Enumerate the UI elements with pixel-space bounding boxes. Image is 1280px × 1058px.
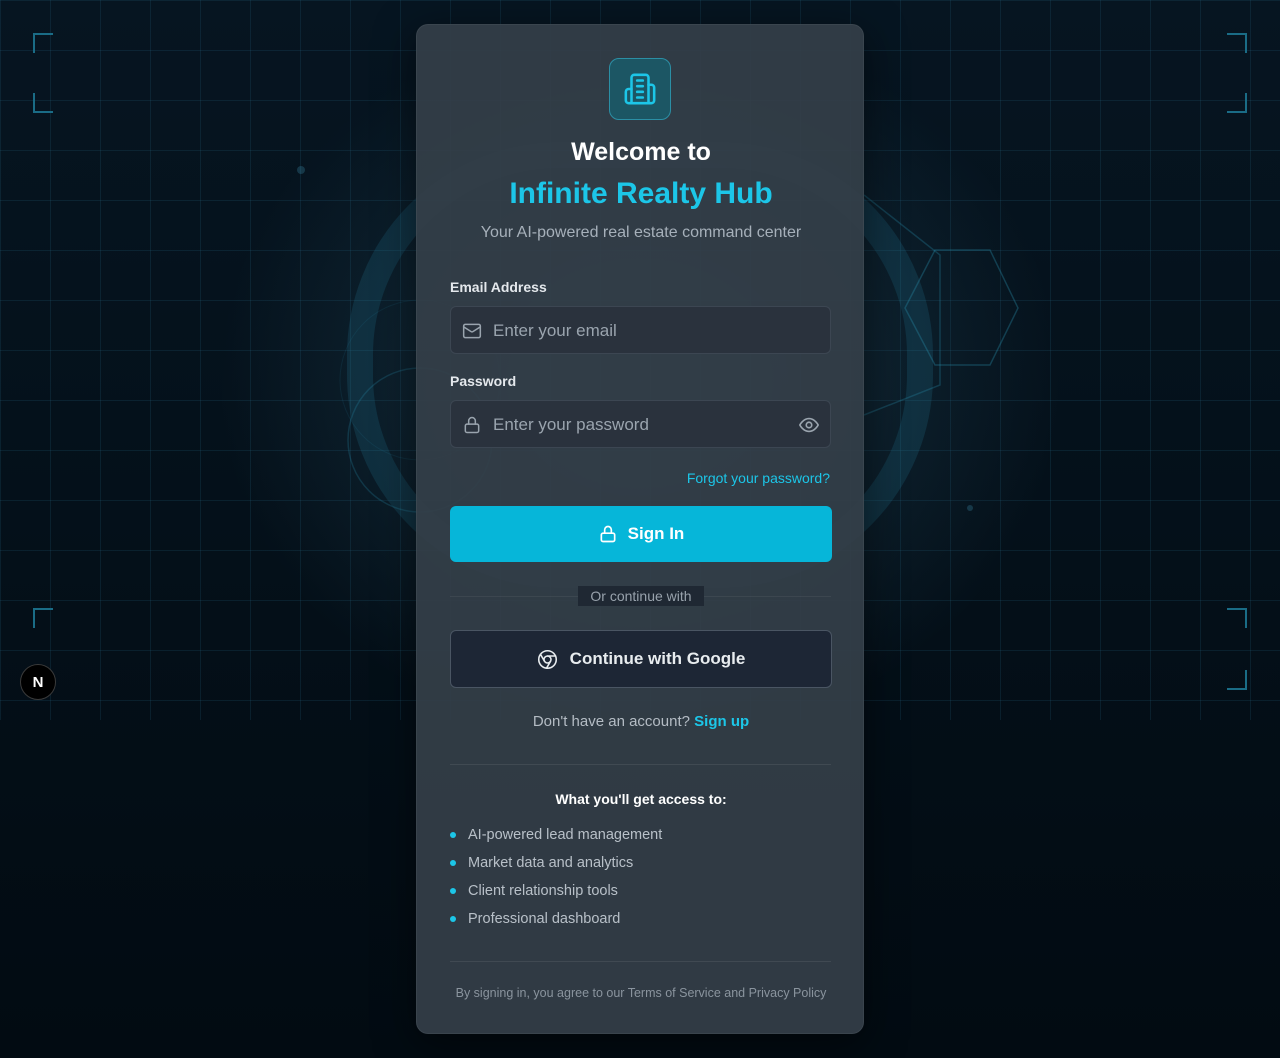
corner-bracket <box>33 33 53 53</box>
tagline: Your AI-powered real estate command cent… <box>480 224 802 241</box>
feature-text: Client relationship tools <box>468 883 618 899</box>
corner-bracket <box>1227 93 1247 113</box>
corner-bracket <box>1227 33 1247 53</box>
google-sign-in-button[interactable]: Continue with Google <box>450 630 832 688</box>
bullet-icon <box>450 832 456 838</box>
google-label: Continue with Google <box>569 649 746 668</box>
access-heading: What you'll get access to: <box>555 791 727 807</box>
feature-item: Market data and analytics <box>450 853 633 873</box>
corner-bracket <box>33 93 53 113</box>
signup-prompt: Don't have an account? Sign up <box>417 713 865 730</box>
welcome-heading: Welcome to <box>571 138 711 166</box>
section-divider <box>450 961 831 962</box>
bullet-icon <box>450 888 456 894</box>
bullet-icon <box>450 916 456 922</box>
app-logo <box>609 58 671 120</box>
login-card: Welcome to Infinite Realty Hub Your AI-p… <box>416 24 864 1034</box>
mail-icon <box>462 323 482 339</box>
feature-item: Professional dashboard <box>450 909 620 929</box>
bullet-icon <box>450 860 456 866</box>
lock-icon <box>600 525 616 543</box>
feature-text: Market data and analytics <box>468 855 634 871</box>
sign-up-link[interactable]: Sign up <box>694 713 749 730</box>
lock-icon <box>464 416 480 434</box>
email-field-wrapper <box>450 306 831 355</box>
divider-text: Or continue with <box>578 586 704 606</box>
forgot-password-link[interactable]: Forgot your password? <box>687 470 830 486</box>
password-input[interactable] <box>491 401 795 449</box>
password-field-wrapper <box>450 400 831 449</box>
section-divider <box>450 764 831 765</box>
dev-badge-letter: N <box>32 673 44 691</box>
no-account-text: Don't have an account? <box>532 713 690 730</box>
feature-text: AI-powered lead management <box>468 827 663 843</box>
feature-item: AI-powered lead management <box>450 825 662 845</box>
corner-bracket <box>33 608 53 628</box>
sign-in-button[interactable]: Sign In <box>450 506 832 562</box>
corner-bracket <box>1227 670 1247 690</box>
chrome-icon <box>537 649 557 669</box>
feature-item: Client relationship tools <box>450 881 618 901</box>
terms-notice: By signing in, you agree to our Terms of… <box>455 986 827 1000</box>
eye-icon[interactable] <box>798 414 820 436</box>
feature-text: Professional dashboard <box>468 911 621 927</box>
building-icon <box>624 73 656 105</box>
brand-name: Infinite Realty Hub <box>509 177 773 210</box>
password-label: Password <box>450 373 517 389</box>
dev-tools-badge[interactable]: N <box>20 664 56 700</box>
email-label: Email Address <box>450 279 547 295</box>
sign-in-label: Sign In <box>627 524 685 543</box>
email-input[interactable] <box>491 307 795 355</box>
corner-bracket <box>1227 608 1247 628</box>
